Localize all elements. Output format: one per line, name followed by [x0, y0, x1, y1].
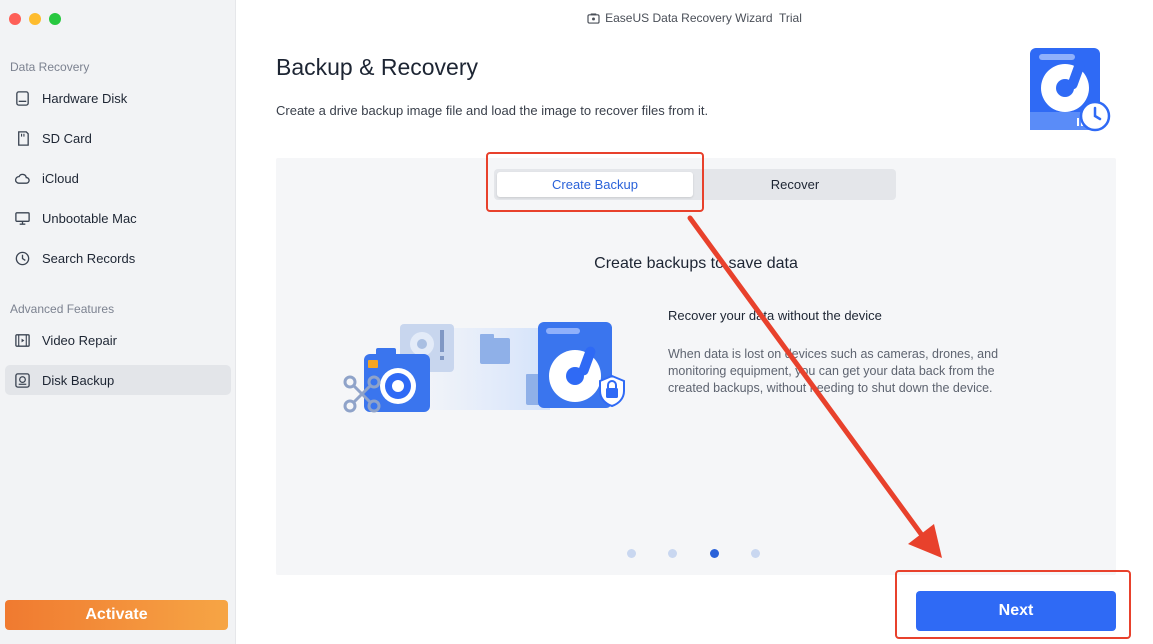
- sidebar-item-icloud[interactable]: iCloud: [5, 163, 231, 193]
- sidebar-item-video-repair[interactable]: Video Repair: [5, 325, 231, 355]
- disk-backup-icon: [13, 371, 31, 389]
- sd-card-icon: [13, 129, 31, 147]
- activate-button[interactable]: Activate: [5, 600, 228, 630]
- disk-backup-hero-icon: [1030, 48, 1111, 132]
- film-icon: [13, 331, 31, 349]
- sidebar-item-label: Unbootable Mac: [42, 210, 137, 226]
- sidebar-item-sd-card[interactable]: SD Card: [5, 123, 231, 153]
- slide-body: When data is lost on devices such as cam…: [668, 347, 999, 395]
- zoom-window-button[interactable]: [49, 13, 61, 25]
- window-title: EaseUS Data Recovery Wizard Trial: [236, 11, 1153, 25]
- sidebar-item-label: iCloud: [42, 170, 79, 186]
- slide-heading: Create backups to save data: [594, 255, 798, 272]
- sidebar: Data Recovery Hardware Disk SD Card iClo…: [0, 0, 236, 644]
- monitor-icon: [13, 209, 31, 227]
- cloud-icon: [13, 169, 31, 187]
- sidebar-item-label: SD Card: [42, 130, 92, 146]
- carousel-dot-2[interactable]: [668, 549, 677, 558]
- section-title-advanced-features: Advanced Features: [10, 302, 115, 316]
- slide-subheading: Recover your data without the device: [668, 308, 882, 323]
- tab-recover[interactable]: Recover: [697, 172, 893, 197]
- page-description: Create a drive backup image file and loa…: [276, 103, 709, 118]
- window-controls: [9, 13, 61, 25]
- sidebar-item-unbootable-mac[interactable]: Unbootable Mac: [5, 203, 231, 233]
- sidebar-item-label: Video Repair: [42, 332, 117, 348]
- sidebar-item-search-records[interactable]: Search Records: [5, 243, 231, 273]
- app-logo-icon: [587, 12, 600, 24]
- backup-illustration: [343, 322, 625, 413]
- sidebar-item-label: Hardware Disk: [42, 90, 128, 106]
- window-title-text: EaseUS Data Recovery Wizard Trial: [605, 11, 802, 25]
- page-title: Backup & Recovery: [276, 54, 478, 80]
- sidebar-item-label: Disk Backup: [42, 372, 115, 388]
- sidebar-item-disk-backup[interactable]: Disk Backup: [5, 365, 231, 395]
- clock-icon: [13, 249, 31, 267]
- section-title-data-recovery: Data Recovery: [10, 60, 90, 74]
- carousel-dot-4[interactable]: [751, 549, 760, 558]
- sidebar-item-label: Search Records: [42, 250, 136, 266]
- carousel-dot-1[interactable]: [627, 549, 636, 558]
- hardware-disk-icon: [13, 89, 31, 107]
- annotation-highlight-next: [895, 570, 1131, 639]
- carousel-dot-3[interactable]: [710, 549, 719, 558]
- sidebar-item-hardware-disk[interactable]: Hardware Disk: [5, 83, 231, 113]
- minimize-window-button[interactable]: [29, 13, 41, 25]
- close-window-button[interactable]: [9, 13, 21, 25]
- annotation-highlight-create-backup: [486, 152, 704, 212]
